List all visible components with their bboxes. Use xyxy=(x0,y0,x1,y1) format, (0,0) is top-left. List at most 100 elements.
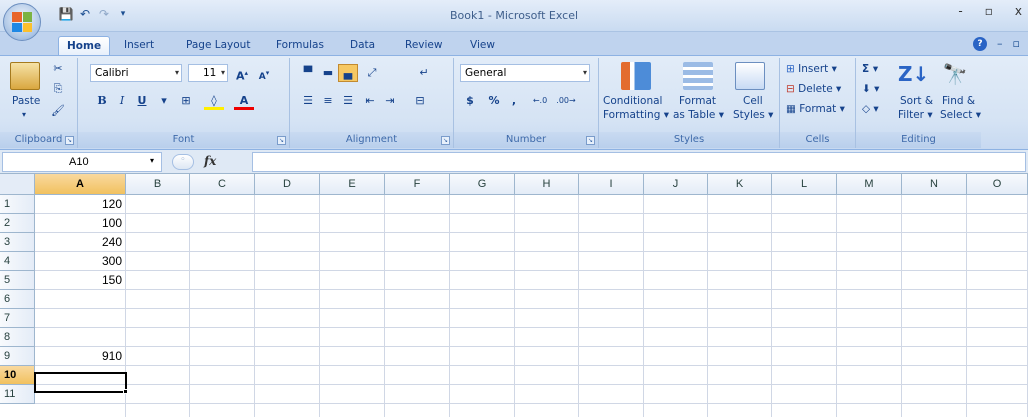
format-as-table-dropdown[interactable]: as Table ▾ xyxy=(673,108,724,122)
shrink-font-icon[interactable]: A▾ xyxy=(254,64,274,82)
column-header-k[interactable]: K xyxy=(708,174,772,195)
number-format-combo[interactable]: General ▾ xyxy=(460,64,590,82)
cell-styles-icon[interactable] xyxy=(735,62,765,90)
column-header-j[interactable]: J xyxy=(644,174,708,195)
help-icon[interactable]: ? xyxy=(973,37,988,51)
column-header-h[interactable]: H xyxy=(515,174,579,195)
number-launcher-icon[interactable]: ↘ xyxy=(586,136,595,145)
align-left-icon[interactable]: ☰ xyxy=(298,92,318,110)
percent-button[interactable]: % xyxy=(484,92,504,110)
cell-a3[interactable]: 240 xyxy=(35,233,126,252)
restore-button[interactable]: ▫ xyxy=(985,4,993,18)
column-header-c[interactable]: C xyxy=(190,174,255,195)
bold-button[interactable]: B xyxy=(92,92,112,110)
tab-formulas[interactable]: Formulas xyxy=(268,36,332,55)
row-header-10[interactable]: 10 xyxy=(0,366,35,385)
cell-a7[interactable] xyxy=(35,309,126,328)
sort-filter-dropdown[interactable]: Filter ▾ xyxy=(898,108,933,122)
column-header-n[interactable]: N xyxy=(902,174,967,195)
font-size-combo[interactable]: 11 ▾ xyxy=(188,64,228,82)
worksheet-grid[interactable]: ABCDEFGHIJKLMNO 1 2 3 4 5 6 7 8 9 10 11 120 100 240 3… xyxy=(0,174,1028,417)
alignment-launcher-icon[interactable]: ↘ xyxy=(441,136,450,145)
currency-button[interactable]: $ xyxy=(460,92,480,110)
underline-button[interactable]: U xyxy=(132,92,152,110)
conditional-formatting-button[interactable]: Conditional xyxy=(603,94,662,108)
row-header-6[interactable]: 6 xyxy=(0,290,35,309)
row-header-9[interactable]: 9 xyxy=(0,347,35,366)
clipboard-launcher-icon[interactable]: ↘ xyxy=(65,136,74,145)
paste-icon[interactable] xyxy=(10,62,40,90)
cell-a1[interactable]: 120 xyxy=(35,195,126,214)
ribbon-restore-icon[interactable]: ▫ xyxy=(1013,37,1020,51)
column-header-m[interactable]: M xyxy=(837,174,902,195)
cell-a4[interactable]: 300 xyxy=(35,252,126,271)
paste-button[interactable]: Paste xyxy=(12,94,40,108)
underline-dropdown-icon[interactable]: ▾ xyxy=(154,92,174,110)
cell-a6[interactable] xyxy=(35,290,126,309)
insert-function-icon[interactable]: fx xyxy=(204,154,216,168)
fill-handle[interactable] xyxy=(123,389,128,394)
format-cells-button[interactable]: ▦ Format ▾ xyxy=(786,102,845,116)
conditional-formatting-icon[interactable] xyxy=(621,62,651,90)
name-box[interactable]: A10 xyxy=(2,152,162,172)
font-color-icon[interactable]: A xyxy=(234,92,254,110)
font-name-combo[interactable]: Calibri ▾ xyxy=(90,64,182,82)
minimize-button[interactable]: - xyxy=(958,4,962,18)
sort-filter-icon[interactable]: Z↓ xyxy=(898,60,929,88)
row-header-5[interactable]: 5 xyxy=(0,271,35,290)
cut-icon[interactable]: ✂ xyxy=(48,60,68,78)
find-select-button[interactable]: Find & xyxy=(942,94,975,108)
cell-area[interactable] xyxy=(35,195,1028,417)
fill-icon[interactable]: ⬇ ▾ xyxy=(862,82,879,96)
increase-indent-icon[interactable]: ⇥ xyxy=(380,92,400,110)
cell-a5[interactable]: 150 xyxy=(35,271,126,290)
column-header-i[interactable]: I xyxy=(579,174,644,195)
row-header-2[interactable]: 2 xyxy=(0,214,35,233)
paste-dropdown-icon[interactable]: ▾ xyxy=(22,108,26,122)
cell-styles-dropdown[interactable]: Styles ▾ xyxy=(733,108,773,122)
cell-a9[interactable]: 910 xyxy=(35,347,126,366)
column-header-e[interactable]: E xyxy=(320,174,385,195)
cell-a2[interactable]: 100 xyxy=(35,214,126,233)
select-all-corner[interactable] xyxy=(0,174,35,195)
tab-page-layout[interactable]: Page Layout xyxy=(178,36,258,55)
merge-center-icon[interactable]: ⊟ xyxy=(410,92,430,110)
tab-home[interactable]: Home xyxy=(58,36,111,55)
fill-color-icon[interactable]: ◊ xyxy=(204,92,224,110)
align-middle-icon[interactable]: ▬ xyxy=(318,64,338,82)
comma-button[interactable]: , xyxy=(504,92,524,110)
row-header-11[interactable]: 11 xyxy=(0,385,35,404)
orientation-icon[interactable]: ⤢ xyxy=(362,64,382,82)
cell-a8[interactable] xyxy=(35,328,126,347)
ribbon-minimize-icon[interactable]: – xyxy=(997,37,1003,51)
wrap-text-icon[interactable]: ↵ xyxy=(414,64,434,82)
decrease-decimal-icon[interactable]: .00→ xyxy=(556,92,576,110)
find-select-icon[interactable]: 🔭 xyxy=(942,60,968,88)
find-select-dropdown[interactable]: Select ▾ xyxy=(940,108,981,122)
grow-font-icon[interactable]: A▴ xyxy=(232,64,252,83)
format-as-table-icon[interactable] xyxy=(683,62,713,90)
column-header-g[interactable]: G xyxy=(450,174,515,195)
column-header-f[interactable]: F xyxy=(385,174,450,195)
cell-styles-button[interactable]: Cell xyxy=(743,94,763,108)
decrease-indent-icon[interactable]: ⇤ xyxy=(360,92,380,110)
active-cell-a10[interactable] xyxy=(34,372,127,393)
delete-cells-button[interactable]: ⊟ Delete ▾ xyxy=(786,82,841,96)
column-header-b[interactable]: B xyxy=(126,174,190,195)
column-header-l[interactable]: L xyxy=(772,174,837,195)
tab-review[interactable]: Review xyxy=(397,36,450,55)
tab-insert[interactable]: Insert xyxy=(116,36,162,55)
row-header-7[interactable]: 7 xyxy=(0,309,35,328)
tab-view[interactable]: View xyxy=(462,36,503,55)
insert-cells-button[interactable]: ⊞ Insert ▾ xyxy=(786,62,837,76)
column-header-a[interactable]: A xyxy=(35,174,126,195)
close-button[interactable]: x xyxy=(1015,4,1022,18)
autosum-button[interactable]: Σ ▾ xyxy=(862,62,878,76)
format-painter-icon[interactable]: 🖌 xyxy=(48,102,68,120)
clear-icon[interactable]: ◇ ▾ xyxy=(862,102,879,116)
row-header-1[interactable]: 1 xyxy=(0,195,35,214)
align-bottom-icon[interactable]: ▄ xyxy=(338,64,358,82)
copy-icon[interactable]: ⎘ xyxy=(48,80,68,98)
increase-decimal-icon[interactable]: ←.0 xyxy=(530,92,550,110)
formula-input[interactable] xyxy=(252,152,1026,172)
